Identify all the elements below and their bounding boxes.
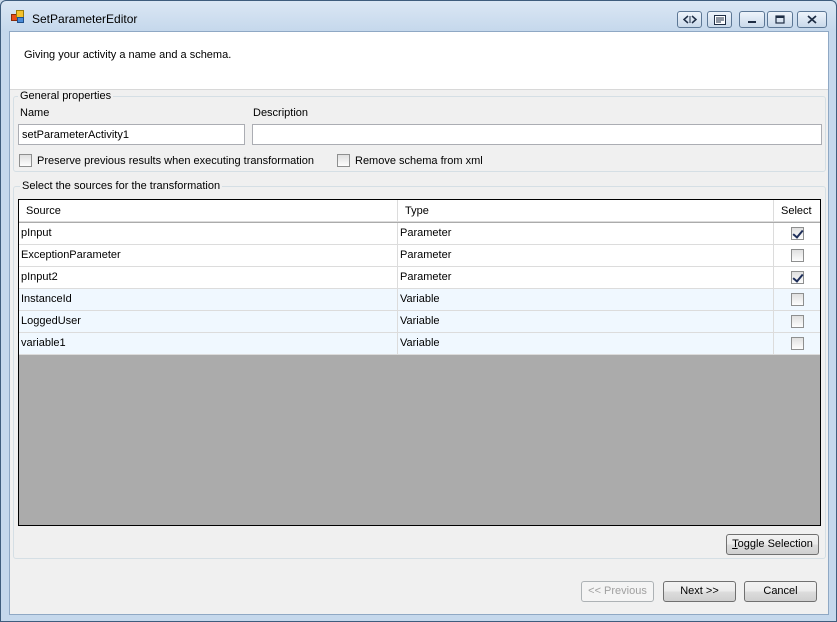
maximize-icon — [775, 15, 785, 24]
title-bar[interactable]: SetParameterEditor — [1, 1, 836, 31]
window-title: SetParameterEditor — [32, 12, 138, 26]
table-row[interactable]: InstanceId Variable — [19, 289, 820, 311]
table-row[interactable]: pInput2 Parameter — [19, 267, 820, 289]
name-field[interactable] — [18, 124, 245, 145]
editor-window: SetParameterEditor Giving your activity … — [0, 0, 837, 622]
previous-button[interactable]: << Previous — [581, 581, 654, 602]
grid-header: Source Type Select — [19, 200, 820, 222]
cancel-button[interactable]: Cancel — [744, 581, 817, 602]
code-view-button[interactable] — [677, 11, 702, 28]
select-checkbox[interactable] — [791, 227, 804, 240]
toggle-selection-button[interactable]: Toggle Selection — [726, 534, 819, 555]
type-cell[interactable]: Variable — [398, 289, 774, 310]
toggle-label-rest: oggle Selection — [737, 538, 813, 550]
column-header-source[interactable]: Source — [19, 200, 398, 222]
minimize-icon — [748, 20, 756, 23]
source-cell[interactable]: pInput2 — [19, 267, 398, 288]
header-panel: Giving your activity a name and a schema… — [10, 32, 828, 90]
type-cell[interactable]: Parameter — [398, 223, 774, 244]
minimize-button[interactable] — [739, 11, 765, 28]
source-cell[interactable]: pInput — [19, 223, 398, 244]
type-cell[interactable]: Variable — [398, 333, 774, 354]
column-header-select[interactable]: Select — [774, 200, 820, 222]
description-label: Description — [253, 107, 309, 119]
remove-schema-checkbox[interactable] — [337, 154, 350, 167]
type-cell[interactable]: Variable — [398, 311, 774, 332]
maximize-button[interactable] — [767, 11, 793, 28]
type-cell[interactable]: Parameter — [398, 245, 774, 266]
select-checkbox[interactable] — [791, 315, 804, 328]
type-cell[interactable]: Parameter — [398, 267, 774, 288]
source-cell[interactable]: variable1 — [19, 333, 398, 354]
properties-button[interactable] — [707, 11, 732, 28]
table-row[interactable]: variable1 Variable — [19, 333, 820, 355]
page-description: Giving your activity a name and a schema… — [24, 49, 232, 61]
name-label: Name — [20, 107, 50, 119]
client-area: Giving your activity a name and a schema… — [9, 31, 829, 615]
app-icon — [11, 10, 25, 24]
table-row[interactable]: pInput Parameter — [19, 223, 820, 245]
source-cell[interactable]: ExceptionParameter — [19, 245, 398, 266]
properties-icon — [713, 14, 726, 25]
table-row[interactable]: ExceptionParameter Parameter — [19, 245, 820, 267]
remove-schema-label[interactable]: Remove schema from xml — [355, 155, 483, 167]
source-cell[interactable]: InstanceId — [19, 289, 398, 310]
sources-legend: Select the sources for the transformatio… — [20, 180, 223, 192]
preserve-results-checkbox[interactable] — [19, 154, 32, 167]
next-button[interactable]: Next >> — [663, 581, 736, 602]
sources-grid[interactable]: Source Type Select pInput Parameter Except… — [18, 199, 821, 526]
general-properties-legend: General properties — [18, 90, 114, 102]
code-brackets-icon — [682, 15, 697, 24]
close-icon — [807, 15, 817, 24]
select-checkbox[interactable] — [791, 293, 804, 306]
select-checkbox[interactable] — [791, 249, 804, 262]
description-field[interactable] — [252, 124, 822, 145]
source-cell[interactable]: LoggedUser — [19, 311, 398, 332]
close-button[interactable] — [797, 11, 827, 28]
column-header-type[interactable]: Type — [398, 200, 774, 222]
table-row[interactable]: LoggedUser Variable — [19, 311, 820, 333]
preserve-results-label[interactable]: Preserve previous results when executing… — [37, 155, 314, 167]
select-checkbox[interactable] — [791, 271, 804, 284]
select-checkbox[interactable] — [791, 337, 804, 350]
